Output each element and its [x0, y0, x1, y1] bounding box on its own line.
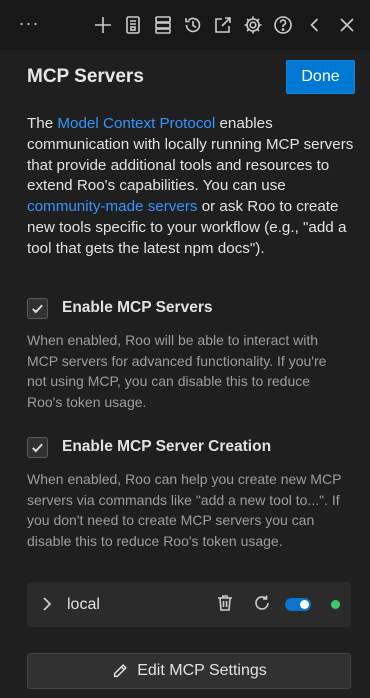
edit-mcp-settings-button[interactable]: Edit MCP Settings: [27, 653, 351, 689]
more-icon[interactable]: ···: [16, 10, 42, 36]
gear-icon[interactable]: [240, 12, 266, 38]
server-name[interactable]: local: [67, 596, 100, 614]
restart-icon[interactable]: [252, 593, 274, 615]
chevron-left-icon[interactable]: [302, 12, 328, 38]
pencil-icon: [114, 664, 128, 678]
enable-mcp-servers-description: When enabled, Roo will be able to intera…: [27, 332, 327, 410]
trash-icon[interactable]: [215, 593, 235, 615]
enable-mcp-servers-option[interactable]: Enable MCP Servers: [27, 298, 357, 322]
toggle-knob: [300, 600, 309, 609]
history-icon[interactable]: [180, 12, 206, 38]
popout-icon[interactable]: [210, 12, 236, 38]
plus-icon[interactable]: [90, 12, 116, 38]
enable-mcp-server-creation-option[interactable]: Enable MCP Server Creation: [27, 437, 357, 461]
done-button[interactable]: Done: [286, 60, 355, 94]
top-toolbar: ···: [0, 0, 370, 50]
edit-mcp-settings-label: Edit MCP Settings: [137, 662, 267, 679]
enable-mcp-servers-checkbox[interactable]: [27, 298, 48, 319]
checkmark-icon: [32, 443, 43, 453]
enable-mcp-server-creation-checkbox[interactable]: [27, 437, 48, 458]
enable-mcp-servers-label: Enable MCP Servers: [62, 299, 213, 316]
header: MCP Servers Done: [27, 60, 355, 96]
chevron-right-icon[interactable]: [39, 594, 55, 614]
enable-mcp-server-creation-description: When enabled, Roo can help you create ne…: [27, 471, 342, 549]
mcp-link[interactable]: Model Context Protocol: [57, 115, 215, 132]
history-notebook-icon[interactable]: [120, 12, 146, 38]
help-icon[interactable]: [270, 12, 296, 38]
close-icon[interactable]: [334, 12, 360, 38]
server-status-indicator: [331, 600, 340, 609]
intro-text-1: The: [27, 115, 58, 132]
enable-mcp-server-creation-label: Enable MCP Server Creation: [62, 438, 272, 455]
checkmark-icon: [32, 304, 43, 314]
intro-text: The Model Context Protocol enables commu…: [27, 114, 357, 260]
community-servers-link[interactable]: community-made servers: [27, 198, 197, 215]
page-title: MCP Servers: [27, 66, 144, 87]
server-row-local[interactable]: local: [27, 582, 351, 627]
server-icon[interactable]: [150, 12, 176, 38]
server-enabled-toggle[interactable]: [285, 598, 311, 611]
